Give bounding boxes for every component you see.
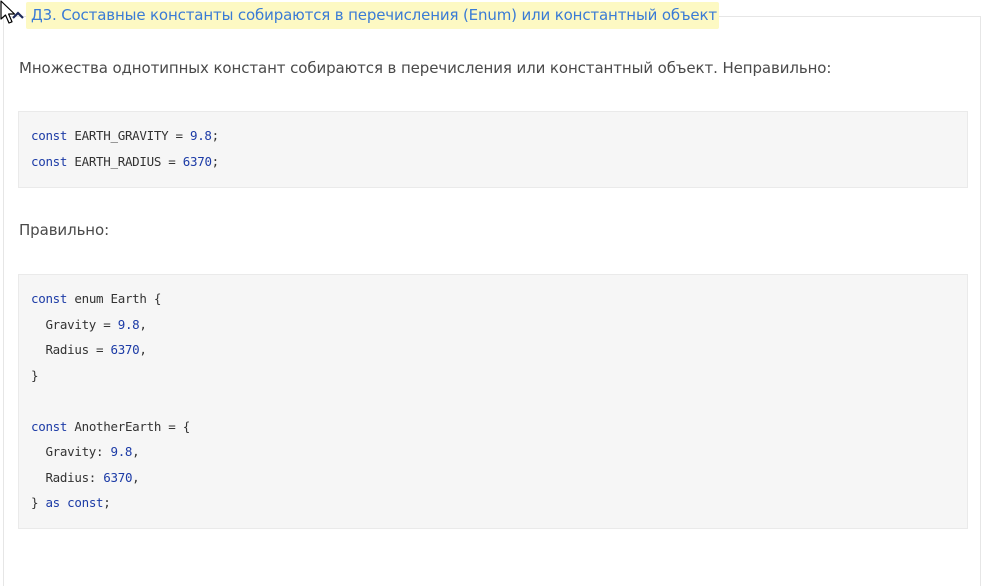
code-text: enum Earth { [67,291,162,306]
code-text: EARTH_RADIUS = [67,154,183,169]
code-line: Gravity = 9.8, [31,317,147,332]
code-line: Gravity: 9.8, [31,444,139,459]
code-text: , [132,469,140,485]
code-line: } as const; [31,495,111,510]
code-number: 6370 [103,469,133,485]
code-text: ; [211,128,220,143]
code-text: AnotherEarth = { [67,418,190,434]
mouse-pointer-icon [0,0,16,24]
code-text: Radius: [31,469,104,485]
code-block-right: const enum Earth { Gravity = 9.8, Radius… [18,274,968,529]
code-keyword: const [31,418,68,434]
correct-label: Правильно: [19,221,110,239]
code-number: 6370 [110,342,140,357]
code-keyword: const [31,128,68,143]
code-line: } [31,367,39,383]
code-line: Radius = 6370, [31,342,147,357]
code-line: const EARTH_RADIUS = 6370; [31,154,219,169]
code-text: } [31,495,46,510]
code-text: Gravity = [31,316,118,332]
code-text: ; [211,154,220,169]
summary-title[interactable]: Д3. Составные константы собираются в пер… [31,6,717,24]
code-keyword: const [67,495,104,510]
code-keyword: const [31,291,68,306]
code-number: 9.8 [189,128,212,143]
code-number: 9.8 [110,444,133,459]
code-keyword: as [45,495,60,510]
code-text: Gravity: [31,444,111,459]
code-keyword: const [31,154,68,169]
code-text: , [139,316,147,332]
code-text: , [139,342,147,357]
code-number: 6370 [182,154,212,169]
code-text: EARTH_GRAVITY = [67,128,190,143]
code-line: const enum Earth { [31,291,161,306]
code-line: const AnotherEarth = { [31,419,190,434]
code-text: ; [103,495,111,510]
code-number: 9.8 [117,316,140,332]
code-text: , [132,444,140,459]
intro-text: Множества однотипных констант собираются… [19,59,832,77]
details-summary[interactable]: Д3. Составные константы собираются в пер… [0,0,720,32]
code-text: } [31,367,39,383]
code-block-wrong: const EARTH_GRAVITY = 9.8; const EARTH_RA… [18,111,968,188]
code-line: const EARTH_GRAVITY = 9.8; [31,128,219,143]
code-line: Radius: 6370, [31,470,139,485]
code-text: Radius = [31,342,111,357]
